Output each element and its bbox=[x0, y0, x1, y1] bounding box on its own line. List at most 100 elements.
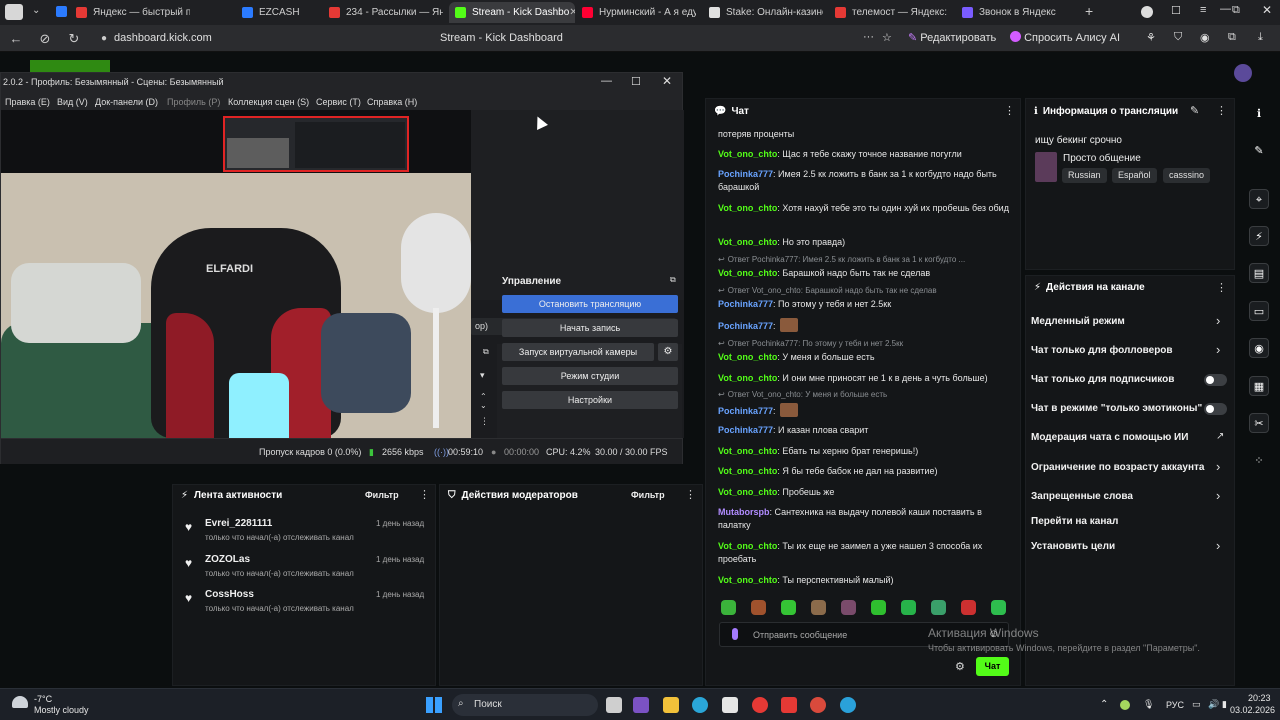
bookmark-icon[interactable]: ☆ bbox=[882, 31, 892, 44]
channel-action-label[interactable]: Запрещенные слова bbox=[1031, 491, 1133, 502]
edge-icon[interactable] bbox=[692, 697, 708, 713]
obs-preview[interactable]: ELFARDI bbox=[1, 110, 471, 438]
channel-action-label[interactable]: Перейти на канал bbox=[1031, 516, 1118, 527]
follower-name[interactable]: CossHoss bbox=[205, 589, 254, 600]
tabs-dropdown-icon[interactable]: ⌄ bbox=[32, 5, 40, 16]
minimize-button[interactable]: — bbox=[1220, 3, 1231, 15]
obs-menu-item[interactable]: Профиль (P) bbox=[167, 97, 220, 107]
obs-menu-item[interactable]: Сервис (T) bbox=[316, 97, 361, 107]
user-avatar[interactable] bbox=[1234, 64, 1252, 82]
chat-username[interactable]: Vot_ono_chto bbox=[718, 237, 777, 247]
chevron-right-icon[interactable]: › bbox=[1216, 313, 1220, 328]
chat-username[interactable]: Pochinka777 bbox=[718, 425, 773, 435]
network-icon[interactable]: ▭ bbox=[1192, 699, 1201, 710]
chat-username[interactable]: Vot_ono_chto bbox=[718, 487, 777, 497]
chat-username[interactable]: Vot_ono_chto bbox=[718, 575, 777, 585]
chevron-right-icon[interactable]: › bbox=[1216, 538, 1220, 553]
broadcast-rail-icon[interactable]: ◉ bbox=[1249, 338, 1269, 358]
obs-control-button[interactable]: Остановить трансляцию bbox=[502, 295, 678, 313]
chrome-icon[interactable] bbox=[810, 697, 826, 713]
emote-button[interactable] bbox=[961, 600, 976, 615]
chat-username[interactable]: Vot_ono_chto bbox=[718, 446, 777, 456]
focus-rail-icon[interactable]: ⌖ bbox=[1249, 189, 1269, 209]
layout-rail-icon[interactable]: ▦ bbox=[1249, 376, 1269, 396]
chevron-right-icon[interactable]: › bbox=[1216, 488, 1220, 503]
mic-tray-icon[interactable]: 🎙 bbox=[1143, 699, 1154, 710]
browser-tab[interactable]: EZCASH bbox=[236, 2, 316, 23]
weather-icon[interactable] bbox=[12, 696, 28, 708]
tools-rail-icon[interactable]: ✂ bbox=[1249, 413, 1269, 433]
chat-settings-icon[interactable]: ⚙ bbox=[955, 660, 965, 673]
channel-action-label[interactable]: Установить цели bbox=[1031, 541, 1115, 552]
activity-filter-button[interactable]: Фильтр bbox=[365, 490, 399, 500]
extension-icon[interactable]: ⚘ bbox=[1146, 31, 1156, 44]
pen-rail-icon[interactable]: ✎ bbox=[1249, 141, 1269, 161]
chat-username[interactable]: Pochinka777 bbox=[718, 299, 773, 309]
obs-control-button[interactable]: Начать запись bbox=[502, 319, 678, 337]
stream-tag[interactable]: Russian bbox=[1062, 168, 1107, 183]
yandex-home-icon[interactable]: ⊘ bbox=[37, 31, 53, 47]
chat-username[interactable]: Vot_ono_chto bbox=[718, 541, 777, 551]
mod-actions-menu-icon[interactable]: ⋮ bbox=[685, 488, 696, 501]
start-icon[interactable] bbox=[426, 697, 442, 713]
chat-username[interactable]: Vot_ono_chto bbox=[718, 203, 777, 213]
apps-rail-icon[interactable]: ⁘ bbox=[1249, 451, 1269, 471]
obs-control-button[interactable]: Запуск виртуальной камеры bbox=[502, 343, 654, 361]
clock-date[interactable]: 03.02.2026 bbox=[1230, 705, 1275, 715]
search-box[interactable]: ⌕ Поиск bbox=[452, 694, 598, 716]
emote-button[interactable] bbox=[991, 600, 1006, 615]
volume-icon[interactable]: 🔊 bbox=[1208, 699, 1219, 710]
chat-menu-icon[interactable]: ⋮ bbox=[1004, 104, 1015, 117]
store-icon[interactable] bbox=[722, 697, 738, 713]
obs-close-button[interactable]: ✕ bbox=[662, 74, 672, 88]
channel-action-label[interactable]: Чат в режиме "только эмотиконы" bbox=[1031, 403, 1202, 414]
stream-info-menu-icon[interactable]: ⋮ bbox=[1216, 104, 1227, 117]
chat-send-button[interactable]: Чат bbox=[976, 657, 1009, 676]
chevron-right-icon[interactable]: › bbox=[1216, 342, 1220, 357]
document-rail-icon[interactable]: ▤ bbox=[1249, 263, 1269, 283]
yandex-browser-icon[interactable] bbox=[752, 697, 768, 713]
browser-tab[interactable]: 234 - Рассылки — Яндек bbox=[323, 2, 443, 23]
chat-username[interactable]: Vot_ono_chto bbox=[718, 466, 777, 476]
mic-icon[interactable] bbox=[732, 628, 738, 640]
chat-username[interactable]: Mutaborspb bbox=[718, 507, 770, 517]
chat-username[interactable]: Vot_ono_chto bbox=[718, 373, 777, 383]
obs-maximize-button[interactable]: ☐ bbox=[631, 75, 641, 88]
yandex-icon[interactable] bbox=[781, 697, 797, 713]
tray-app-icon[interactable] bbox=[1120, 700, 1130, 710]
emote-button[interactable] bbox=[781, 600, 796, 615]
transition-menu-icon[interactable]: ⋮ bbox=[480, 416, 489, 427]
back-icon[interactable]: ← bbox=[8, 31, 24, 46]
clock-time[interactable]: 20:23 bbox=[1248, 693, 1271, 703]
browser-tab[interactable]: телемост — Яндекс: на bbox=[829, 2, 949, 23]
edit-button[interactable]: ✎ Редактировать bbox=[908, 31, 996, 44]
stream-tag[interactable]: casssino bbox=[1163, 168, 1211, 183]
download-icon[interactable]: ⤓ bbox=[1258, 31, 1263, 44]
new-tab-button[interactable]: + bbox=[1085, 3, 1093, 19]
chevron-right-icon[interactable]: › bbox=[1216, 459, 1220, 474]
emote-button[interactable] bbox=[811, 600, 826, 615]
obs-minimize-button[interactable]: — bbox=[601, 75, 612, 87]
language-indicator[interactable]: РУС bbox=[1166, 700, 1184, 710]
transition-dropdown-icon[interactable]: ▾ bbox=[480, 370, 485, 381]
controls-float-icon[interactable]: ⧉ bbox=[670, 275, 676, 285]
url-text[interactable]: dashboard.kick.com bbox=[114, 32, 212, 44]
info-rail-icon[interactable]: ℹ bbox=[1249, 104, 1269, 124]
explorer-icon[interactable] bbox=[663, 697, 679, 713]
browser-menu-icon[interactable] bbox=[5, 4, 23, 20]
browser-tab[interactable]: Яндекс — быстрый пои bbox=[70, 2, 190, 23]
toggle-switch[interactable] bbox=[1204, 403, 1227, 415]
obs-menu-item[interactable]: Правка (E) bbox=[5, 97, 50, 107]
edit-stream-icon[interactable]: ✎ bbox=[1190, 104, 1199, 117]
chat-username[interactable]: Pochinka777 bbox=[718, 406, 773, 416]
external-link-icon[interactable]: ↗ bbox=[1216, 431, 1224, 442]
collections-icon[interactable]: ⧉ bbox=[1228, 31, 1236, 44]
obs-control-button[interactable]: Настройки bbox=[502, 391, 678, 409]
follower-name[interactable]: Evrei_2281111 bbox=[205, 518, 272, 529]
restore-button[interactable]: ⧉ bbox=[1232, 4, 1240, 17]
channel-action-label[interactable]: Ограничение по возрасту аккаунта bbox=[1031, 462, 1205, 473]
close-window-button[interactable]: ✕ bbox=[1262, 3, 1272, 17]
chat-username[interactable]: Vot_ono_chto bbox=[718, 352, 777, 362]
obs-menu-item[interactable]: Справка (H) bbox=[367, 97, 417, 107]
emote-button[interactable] bbox=[721, 600, 736, 615]
